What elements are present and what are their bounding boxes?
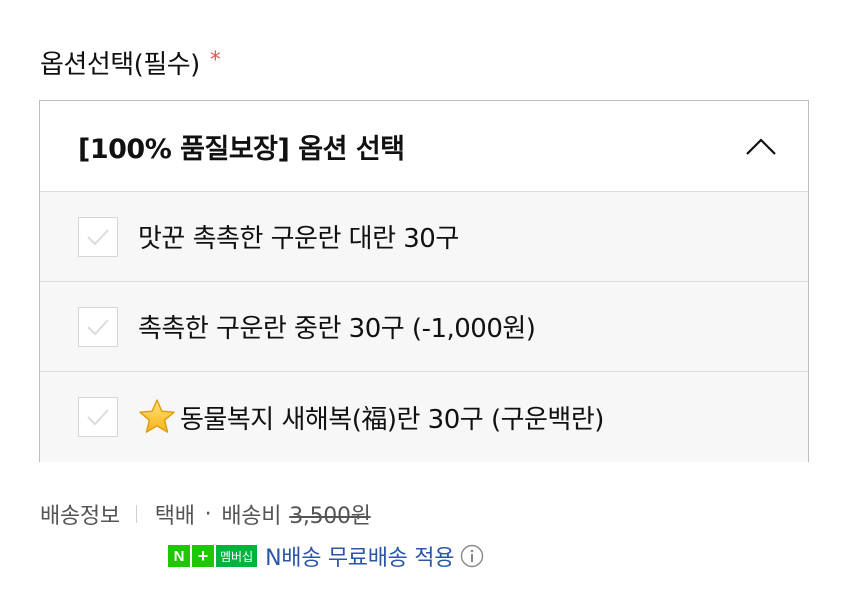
badge-n: N — [168, 545, 190, 567]
chevron-up-icon[interactable] — [744, 129, 778, 163]
required-mark: * — [209, 47, 221, 73]
option-item[interactable]: 촉촉한 구운란 중란 30구 (-1,000원) — [40, 282, 808, 372]
option-select-box: [100% 품질보장] 옵션 선택 맛꾼 촉촉한 구운란 대란 30구 촉촉한 … — [39, 100, 809, 462]
option-item-label: 촉촉한 구운란 중란 30구 (-1,000원) — [138, 314, 536, 344]
option-item[interactable]: 동물복지 새해복(福)란 30구 (구운백란) — [40, 372, 808, 462]
option-item[interactable]: 맛꾼 촉촉한 구운란 대란 30구 — [40, 192, 808, 282]
option-checkbox[interactable] — [78, 306, 118, 347]
option-checkbox[interactable] — [78, 397, 118, 437]
membership-shipping-text: N배송 무료배송 적용 — [265, 546, 455, 571]
membership-shipping: N + 멤버십 N배송 무료배송 적용 — [168, 538, 484, 574]
naver-plus-membership-badge: N + 멤버십 — [168, 545, 258, 567]
option-title-text: 옵션선택(필수) — [40, 49, 200, 80]
option-item-label-wrap: 동물복지 새해복(福)란 30구 (구운백란) — [138, 398, 604, 436]
option-item-label: 동물복지 새해복(福)란 30구 (구운백란) — [180, 404, 604, 435]
badge-plus: + — [192, 545, 214, 567]
option-checkbox[interactable] — [78, 216, 118, 257]
badge-membership: 멤버십 — [216, 545, 258, 567]
shipping-method: 택배 — [154, 504, 195, 529]
check-icon — [87, 318, 109, 335]
option-dropdown-label: [100% 품질보장] 옵션 선택 — [78, 133, 405, 165]
check-icon — [87, 228, 109, 245]
option-section-title: 옵션선택(필수) * — [40, 40, 221, 84]
check-icon — [87, 409, 109, 426]
shipping-fee-label: 배송비 — [221, 504, 282, 529]
shipping-label: 배송정보 — [40, 504, 120, 529]
star-icon — [138, 398, 176, 436]
info-icon[interactable] — [460, 544, 484, 568]
divider — [135, 505, 137, 523]
option-item-label: 맛꾼 촉촉한 구운란 대란 30구 — [138, 224, 459, 254]
shipping-fee: 3,500원 — [289, 504, 371, 529]
dot-separator: · — [204, 501, 212, 527]
shipping-info: 배송정보 택배 · 배송비 3,500원 — [40, 496, 371, 532]
option-dropdown-header[interactable]: [100% 품질보장] 옵션 선택 — [40, 101, 808, 192]
